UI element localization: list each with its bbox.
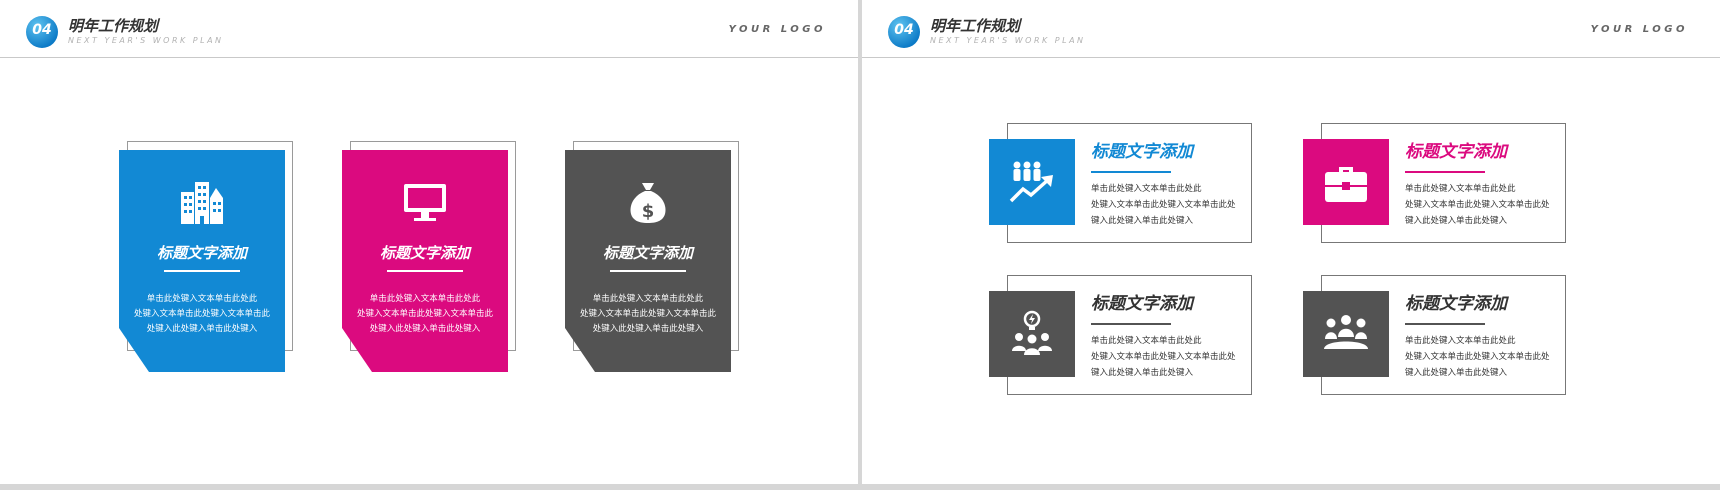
- feature-box-3: 标题文字添加 单击此处键入文本单击此处此 处键入文本单击此处键入文本单击此处 键…: [989, 275, 1252, 395]
- card-line: 单击此处键入文本单击此处此: [369, 294, 481, 304]
- section-badge: 04: [888, 16, 920, 48]
- card-body: 单击此处键入文本单击此处此 处键入文本单击此处键入文本单击此 处键入此处键入单击…: [350, 292, 500, 337]
- box-title: 标题文字添加: [1405, 294, 1507, 314]
- box-body: 单击此处键入文本单击此处此 处键入文本单击此处键入文本单击此处 键入此处键入单击…: [1091, 181, 1251, 229]
- box-icon-square: [989, 139, 1075, 225]
- box-line: 键入此处键入单击此处键入: [1405, 368, 1508, 378]
- box-icon-square: [1303, 139, 1389, 225]
- box-line: 单击此处键入文本单击此处此: [1405, 336, 1516, 346]
- box-title: 标题文字添加: [1091, 142, 1193, 162]
- feature-box-2: 标题文字添加 单击此处键入文本单击此处此 处键入文本单击此处键入文本单击此处 键…: [1303, 123, 1566, 243]
- slide-right: 04 明年工作规划 NEXT YEAR'S WORK PLAN YOUR LOG…: [862, 0, 1720, 484]
- card-line: 处键入文本单击此处键入文本单击此: [356, 309, 493, 319]
- page-title: 明年工作规划: [68, 17, 159, 35]
- card-1: 标题文字添加 单击此处键入文本单击此处此 处键入文本单击此处键入文本单击此 处键…: [119, 141, 293, 372]
- briefcase-icon: [1325, 167, 1367, 202]
- section-number: 04: [894, 22, 914, 38]
- slide-left: 04 明年工作规划 NEXT YEAR'S WORK PLAN YOUR LOG…: [0, 0, 858, 484]
- card-line: 处键入文本单击此处键入文本单击此: [579, 309, 716, 319]
- box-line: 处键入文本单击此处键入文本单击此处: [1091, 200, 1236, 210]
- box-body: 单击此处键入文本单击此处此 处键入文本单击此处键入文本单击此处 键入此处键入单击…: [1405, 181, 1565, 229]
- section-number: 04: [32, 22, 52, 38]
- box-rule: [1091, 323, 1171, 325]
- card-title: 标题文字添加: [602, 244, 693, 262]
- card-rule: [610, 270, 686, 272]
- logo-text: YOUR LOGO: [728, 24, 826, 35]
- box-rule: [1405, 171, 1485, 173]
- card-face: 标题文字添加 单击此处键入文本单击此处此 处键入文本单击此处键入文本单击此 处键…: [119, 150, 285, 372]
- idea-team-icon: [1012, 310, 1052, 355]
- card-body: 单击此处键入文本单击此处此 处键入文本单击此处键入文本单击此 处键入此处键入单击…: [573, 292, 723, 337]
- feature-box-1: 标题文字添加 单击此处键入文本单击此处此 处键入文本单击此处键入文本单击此处 键…: [989, 123, 1252, 243]
- card-body: 单击此处键入文本单击此处此 处键入文本单击此处键入文本单击此 处键入此处键入单击…: [127, 292, 277, 337]
- logo-text: YOUR LOGO: [1590, 24, 1688, 35]
- card-line: 处键入此处键入单击此处键入: [369, 324, 481, 334]
- card-line: 处键入此处键入单击此处键入: [146, 324, 258, 334]
- header-divider: [862, 57, 1720, 58]
- box-line: 处键入文本单击此处键入文本单击此处: [1091, 352, 1236, 362]
- box-body: 单击此处键入文本单击此处此 处键入文本单击此处键入文本单击此处 键入此处键入单击…: [1405, 333, 1565, 381]
- header-divider: [0, 57, 858, 58]
- card-rule: [387, 270, 463, 272]
- box-title: 标题文字添加: [1405, 142, 1507, 162]
- box-line: 单击此处键入文本单击此处此: [1405, 184, 1516, 194]
- card-face: $ 标题文字添加 单击此处键入文本单击此处此 处键入文本单击此处键入文本单击此 …: [565, 150, 731, 372]
- card-rule: [164, 270, 240, 272]
- box-line: 单击此处键入文本单击此处此: [1091, 184, 1202, 194]
- box-line: 键入此处键入单击此处键入: [1405, 216, 1508, 226]
- box-body: 单击此处键入文本单击此处此 处键入文本单击此处键入文本单击此处 键入此处键入单击…: [1091, 333, 1251, 381]
- card-2: 标题文字添加 单击此处键入文本单击此处此 处键入文本单击此处键入文本单击此 处键…: [342, 141, 516, 372]
- box-line: 处键入文本单击此处键入文本单击此处: [1405, 352, 1550, 362]
- box-icon-square: [989, 291, 1075, 377]
- card-title: 标题文字添加: [379, 244, 470, 262]
- card-line: 单击此处键入文本单击此处此: [146, 294, 258, 304]
- money-bag-icon: $: [630, 183, 666, 223]
- box-line: 单击此处键入文本单击此处此: [1091, 336, 1202, 346]
- page-subtitle: NEXT YEAR'S WORK PLAN: [68, 36, 224, 45]
- meeting-icon: [1324, 315, 1368, 349]
- card-line: 处键入文本单击此处键入文本单击此: [133, 309, 270, 319]
- page-subtitle: NEXT YEAR'S WORK PLAN: [930, 36, 1086, 45]
- box-line: 键入此处键入单击此处键入: [1091, 368, 1194, 378]
- svg-text:$: $: [642, 201, 655, 222]
- box-rule: [1405, 323, 1485, 325]
- box-title: 标题文字添加: [1091, 294, 1193, 314]
- buildings-icon: [181, 182, 223, 224]
- card-face: 标题文字添加 单击此处键入文本单击此处此 处键入文本单击此处键入文本单击此 处键…: [342, 150, 508, 372]
- monitor-icon: [404, 184, 446, 221]
- page-title: 明年工作规划: [930, 17, 1021, 35]
- card-line: 处键入此处键入单击此处键入: [592, 324, 704, 334]
- box-line: 处键入文本单击此处键入文本单击此处: [1405, 200, 1550, 210]
- section-badge: 04: [26, 16, 58, 48]
- box-line: 键入此处键入单击此处键入: [1091, 216, 1194, 226]
- card-line: 单击此处键入文本单击此处此: [592, 294, 704, 304]
- box-icon-square: [1303, 291, 1389, 377]
- box-rule: [1091, 171, 1171, 173]
- team-growth-icon: [1009, 161, 1053, 203]
- card-3: $ 标题文字添加 单击此处键入文本单击此处此 处键入文本单击此处键入文本单击此 …: [565, 141, 739, 372]
- feature-box-4: 标题文字添加 单击此处键入文本单击此处此 处键入文本单击此处键入文本单击此处 键…: [1303, 275, 1566, 395]
- card-title: 标题文字添加: [156, 244, 247, 262]
